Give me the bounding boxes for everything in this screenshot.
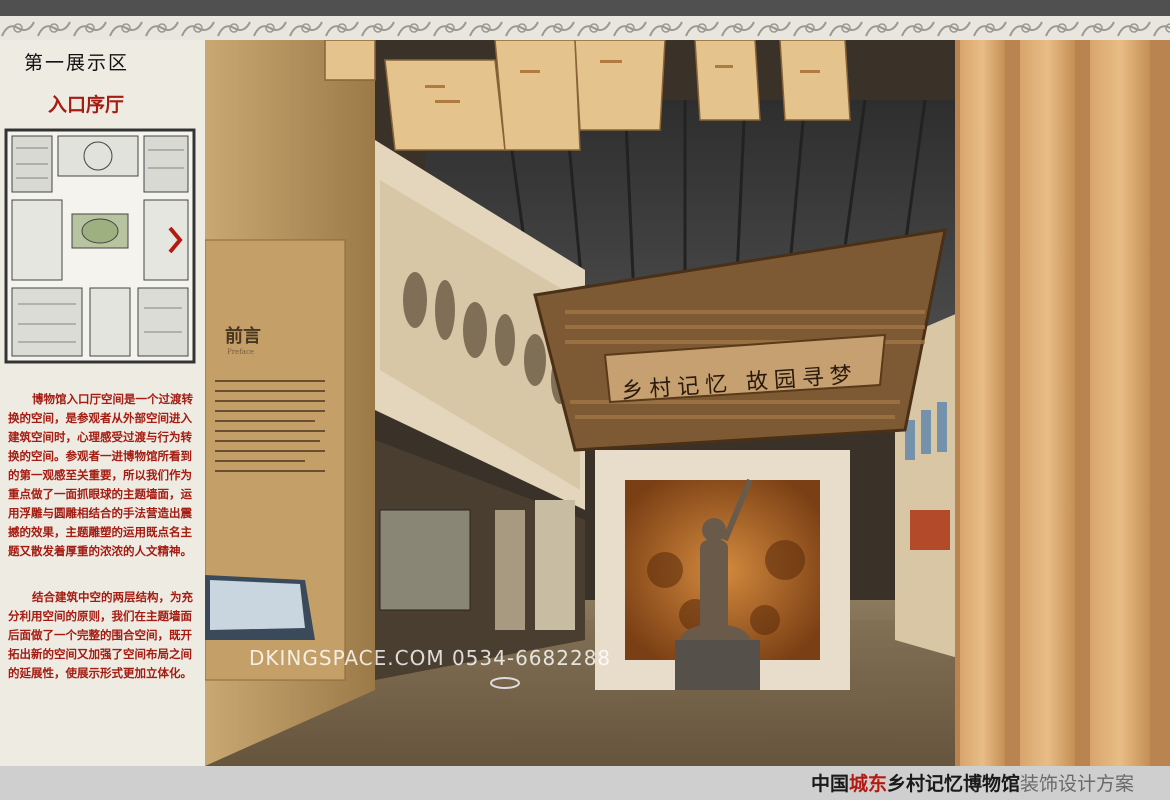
footer-title-part3: 乡村记忆博物馆 xyxy=(886,773,1020,795)
cloud-pattern-border xyxy=(0,16,1170,40)
hall-title: 入口序厅 xyxy=(48,94,125,116)
watermark-text: DKINGSPACE.COM 0534-6682288 xyxy=(249,646,612,670)
footer-title-part4: 装饰设计方案 xyxy=(1019,773,1134,795)
footer-title: 中国城东乡村记忆博物馆装饰设计方案 xyxy=(811,769,1134,796)
footer-title-part2: 城东 xyxy=(848,773,887,795)
footer-title-part1: 中国 xyxy=(810,773,849,795)
top-dark-strip xyxy=(0,0,1170,16)
info-panel: 第一展示区 入口序厅 博物馆入口厅空间是一个过渡转换的空间，是参观者从外部空间进… xyxy=(0,40,205,766)
description-paragraph-2: 结合建筑中空的两层结构，为充分利用空间的原则，我们在主题墙面后面做了一个完整的围… xyxy=(8,590,193,680)
footer-bar: 中国城东乡村记忆博物馆装饰设计方案 xyxy=(0,766,1170,800)
description-paragraph-1: 博物馆入口厅空间是一个过渡转换的空间，是参观者从外部空间进入建筑空间时，心理感受… xyxy=(8,392,193,558)
museum-rendering-image: 前言 Preface 乡村记忆 故园寻梦 DKINGSPACE.COM 0534… xyxy=(205,40,1170,766)
preface-subtitle: Preface xyxy=(227,348,255,356)
top-decorative-border xyxy=(0,0,1170,40)
floor-plan-image xyxy=(4,128,196,364)
preface-title: 前言 xyxy=(225,326,261,347)
zone-title: 第一展示区 xyxy=(24,52,130,74)
